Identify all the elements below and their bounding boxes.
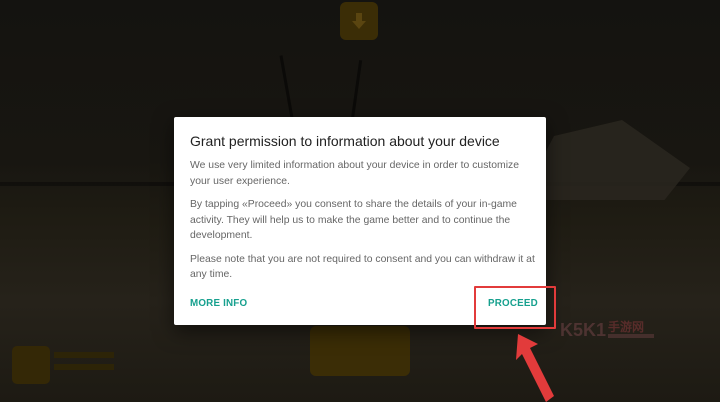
game-menu-icon[interactable] <box>12 346 50 384</box>
game-menu-label <box>54 352 114 376</box>
dialog-paragraph-usage: We use very limited information about yo… <box>190 160 519 187</box>
svg-text:手游网: 手游网 <box>608 319 644 334</box>
mast-silhouette <box>350 60 363 120</box>
download-button[interactable] <box>340 2 378 40</box>
annotation-highlight-box <box>474 286 556 329</box>
dialog-body: We use very limited information about yo… <box>190 158 535 291</box>
site-watermark-logo: K5K1 手游网 <box>560 319 654 340</box>
svg-text:K5K1: K5K1 <box>560 320 606 340</box>
more-info-button[interactable]: MORE INFO <box>190 298 247 310</box>
download-icon <box>352 13 366 29</box>
dialog-title: Grant permission to information about yo… <box>190 133 500 149</box>
annotation-arrow-icon <box>516 334 554 402</box>
dialog-paragraph-consent: By tapping «Proceed» you consent to shar… <box>190 199 517 241</box>
dialog-paragraph-withdraw: Please note that you are not required to… <box>190 253 535 281</box>
bottom-action-button[interactable] <box>310 326 410 376</box>
